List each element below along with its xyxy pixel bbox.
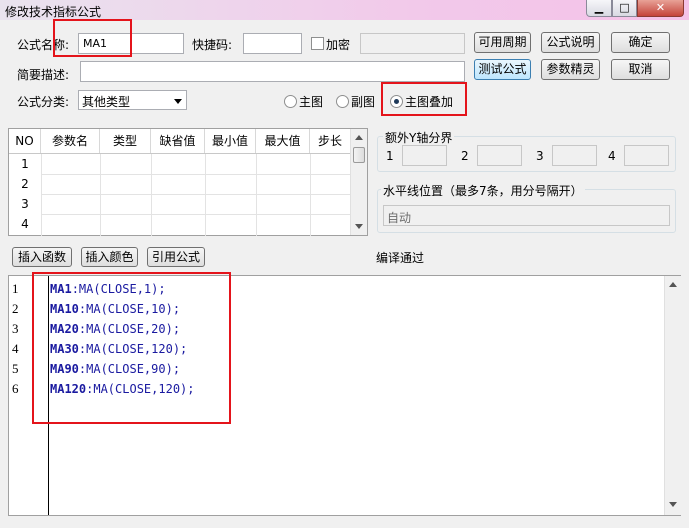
line-number: 4 [12, 341, 19, 356]
col-header-step: 步长 [310, 129, 350, 153]
hline-input[interactable]: 自动 [383, 205, 670, 226]
y-axis-input-4[interactable] [624, 145, 669, 166]
y-axis-input-2[interactable] [477, 145, 522, 166]
hline-value: 自动 [387, 211, 412, 225]
cancel-button[interactable]: 取消 [611, 59, 670, 80]
line-number: 5 [12, 361, 19, 376]
available-period-button[interactable]: 可用周期 [474, 32, 531, 53]
formula-help-button[interactable]: 公式说明 [541, 32, 600, 53]
y-axis-label-3: 3 [536, 149, 544, 163]
row-number: 3 [21, 197, 29, 211]
category-label: 公式分类: [17, 95, 70, 109]
window-title: 修改技术指标公式 [5, 5, 102, 19]
minimize-button[interactable]: ▁ [586, 0, 612, 17]
scroll-up-icon[interactable] [669, 282, 677, 287]
line-number: 6 [12, 381, 19, 396]
param-wizard-button[interactable]: 参数精灵 [541, 59, 600, 80]
y-axis-label-4: 4 [608, 149, 616, 163]
insert-color-button[interactable]: 插入颜色 [81, 247, 138, 267]
param-table[interactable]: NO 参数名 类型 缺省值 最小值 最大值 步长 1 2 3 4 [8, 128, 368, 236]
password-input[interactable] [360, 33, 465, 54]
y-axis-label-2: 2 [461, 149, 469, 163]
param-table-scrollbar[interactable] [350, 129, 367, 235]
description-input[interactable] [80, 61, 465, 82]
test-formula-button[interactable]: 测试公式 [474, 59, 531, 80]
ok-button[interactable]: 确定 [611, 32, 670, 53]
maximize-button[interactable]: □ [612, 0, 637, 17]
chevron-down-icon [174, 99, 182, 104]
description-label: 简要描述: [17, 68, 70, 82]
row-number: 1 [21, 157, 29, 171]
radio-main-chart[interactable] [284, 95, 297, 108]
radio-sub-chart-label: 副图 [351, 95, 376, 109]
y-axis-input-1[interactable] [402, 145, 447, 166]
y-axis-label-1: 1 [386, 149, 394, 163]
y-axis-group-title: 额外Y轴分界 [383, 129, 455, 146]
highlight-box-overlay [381, 82, 467, 116]
line-number: 3 [12, 321, 19, 336]
row-number: 2 [21, 177, 29, 191]
compile-status: 编译通过 [376, 251, 425, 265]
highlight-box-code [32, 272, 231, 424]
scroll-up-icon[interactable] [355, 135, 363, 140]
encrypt-label: 加密 [326, 38, 351, 52]
hline-group-title: 水平线位置（最多7条，用分号隔开） [381, 182, 585, 199]
radio-main-chart-label: 主图 [299, 95, 324, 109]
row-number: 4 [21, 217, 29, 231]
col-header-default: 缺省值 [151, 129, 205, 153]
col-header-type: 类型 [100, 129, 151, 153]
editor-scrollbar[interactable] [664, 276, 681, 515]
scroll-thumb[interactable] [353, 147, 365, 163]
col-header-min: 最小值 [205, 129, 256, 153]
col-header-max: 最大值 [256, 129, 310, 153]
hotkey-label: 快捷码: [192, 38, 233, 52]
category-select[interactable]: 其他类型 [78, 90, 187, 110]
scroll-down-icon[interactable] [669, 502, 677, 507]
insert-function-button[interactable]: 插入函数 [12, 247, 72, 267]
scroll-down-icon[interactable] [355, 224, 363, 229]
encrypt-checkbox[interactable] [311, 37, 324, 50]
line-number: 2 [12, 301, 19, 316]
y-axis-input-3[interactable] [552, 145, 597, 166]
reference-formula-button[interactable]: 引用公式 [147, 247, 205, 267]
close-button[interactable]: ✕ [637, 0, 684, 17]
radio-sub-chart[interactable] [336, 95, 349, 108]
category-value: 其他类型 [82, 95, 131, 109]
line-number: 1 [12, 281, 19, 296]
hotkey-input[interactable] [243, 33, 302, 54]
col-header-no: NO [9, 129, 41, 153]
col-header-name: 参数名 [41, 129, 100, 153]
highlight-box-name [53, 19, 132, 57]
